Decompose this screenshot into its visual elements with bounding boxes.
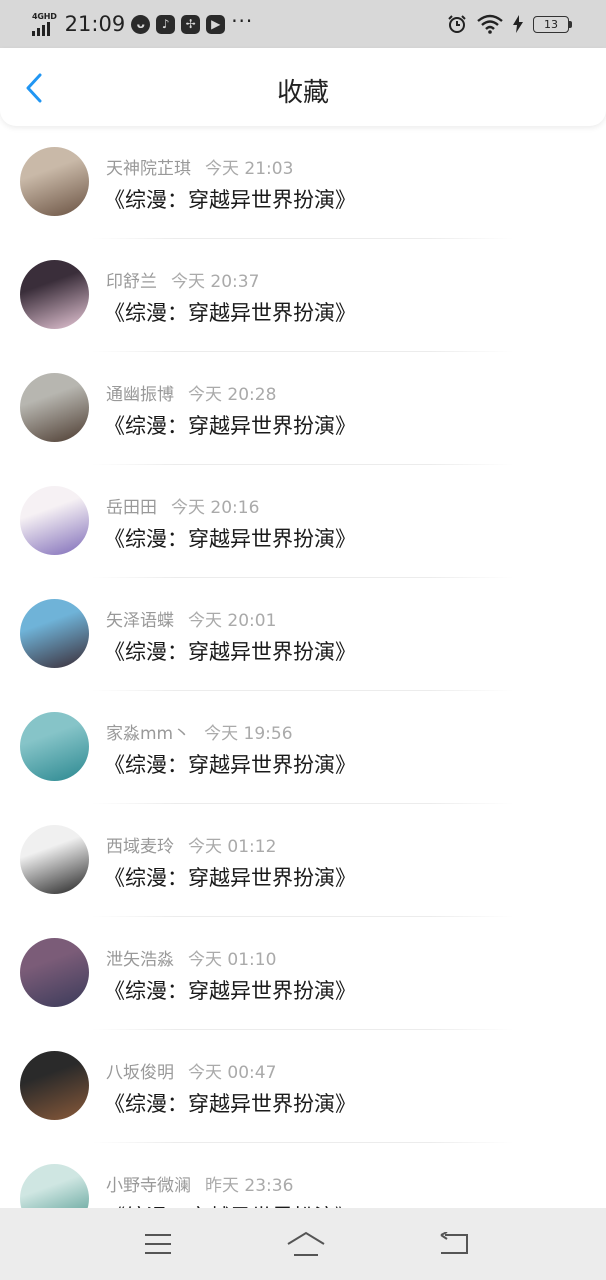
book-title[interactable]: 《综漫：穿越异世界扮演》 bbox=[104, 523, 356, 553]
status-bar-left: 4GHD 21:09 ᴗ ♪ ✢ ▶ ··· bbox=[32, 9, 254, 36]
alarm-icon bbox=[448, 15, 466, 33]
back-nav-button[interactable] bbox=[432, 1222, 476, 1266]
username[interactable]: 岳田田 bbox=[106, 498, 157, 518]
avatar[interactable] bbox=[20, 260, 89, 329]
list-item[interactable]: 小野寺微澜昨天 23:36 《综漫：穿越异世界扮演》 bbox=[0, 1143, 606, 1208]
app-header: 收藏 bbox=[0, 48, 606, 126]
timestamp: 今天 20:37 bbox=[171, 272, 260, 292]
book-title[interactable]: 《综漫：穿越异世界扮演》 bbox=[104, 1201, 356, 1208]
tiktok-icon: ♪ bbox=[156, 14, 176, 34]
menu-icon bbox=[145, 1234, 171, 1254]
menu-button[interactable] bbox=[136, 1222, 180, 1266]
timestamp: 今天 19:56 bbox=[204, 724, 293, 744]
item-meta: 西域麦玲 今天 01:12 bbox=[106, 832, 276, 857]
avatar[interactable] bbox=[20, 147, 89, 216]
pinwheel-icon: ✢ bbox=[181, 14, 201, 34]
list-item[interactable]: 西域麦玲 今天 01:12 《综漫：穿越异世界扮演》 bbox=[0, 804, 606, 917]
back-icon bbox=[440, 1232, 468, 1254]
signal-indicator: 4GHD bbox=[32, 11, 57, 36]
avatar[interactable] bbox=[20, 938, 89, 1007]
timestamp: 今天 01:10 bbox=[188, 950, 277, 970]
signal-bars-icon bbox=[32, 21, 50, 36]
book-title[interactable]: 《综漫：穿越异世界扮演》 bbox=[104, 184, 356, 214]
timestamp: 今天 21:03 bbox=[205, 159, 294, 179]
avatar[interactable] bbox=[20, 599, 89, 668]
book-title[interactable]: 《综漫：穿越异世界扮演》 bbox=[104, 410, 356, 440]
battery-icon: 13 bbox=[533, 15, 572, 33]
list-item[interactable]: 家淼mm丶 今天 19:56 《综漫：穿越异世界扮演》 bbox=[0, 691, 606, 804]
username[interactable]: 泄矢浩淼 bbox=[106, 950, 174, 970]
item-meta: 天神院芷琪 今天 21:03 bbox=[106, 154, 293, 179]
battery-level: 13 bbox=[533, 15, 569, 33]
status-bar-right: 13 bbox=[447, 14, 572, 34]
favorites-list[interactable]: 天神院芷琪 今天 21:03 《综漫：穿越异世界扮演》 印舒兰 今天 20:37 《综漫：… bbox=[0, 126, 606, 1208]
list-item[interactable]: 岳田田 今天 20:16 《综漫：穿越异世界扮演》 bbox=[0, 465, 606, 578]
username[interactable]: 家淼mm丶 bbox=[106, 724, 190, 744]
timestamp: 今天 20:16 bbox=[171, 498, 260, 518]
home-button[interactable] bbox=[284, 1222, 328, 1266]
item-meta: 岳田田 今天 20:16 bbox=[106, 493, 259, 518]
cat-app-icon: ᴗ bbox=[131, 14, 151, 34]
username[interactable]: 印舒兰 bbox=[106, 272, 157, 292]
list-item[interactable]: 天神院芷琪 今天 21:03 《综漫：穿越异世界扮演》 bbox=[0, 126, 606, 239]
book-title[interactable]: 《综漫：穿越异世界扮演》 bbox=[104, 1088, 356, 1118]
timestamp: 今天 01:12 bbox=[188, 837, 277, 857]
timestamp: 今天 20:28 bbox=[188, 385, 277, 405]
book-title[interactable]: 《综漫：穿越异世界扮演》 bbox=[104, 975, 356, 1005]
page-title: 收藏 bbox=[276, 78, 329, 108]
avatar[interactable] bbox=[20, 825, 89, 894]
book-title[interactable]: 《综漫：穿越异世界扮演》 bbox=[104, 862, 356, 892]
more-notifications-icon: ··· bbox=[231, 9, 254, 33]
avatar[interactable] bbox=[20, 1164, 89, 1208]
username[interactable]: 矢泽语蝶 bbox=[106, 611, 174, 631]
username[interactable]: 西域麦玲 bbox=[106, 837, 174, 857]
list-item[interactable]: 通幽振博 今天 20:28 《综漫：穿越异世界扮演》 bbox=[0, 352, 606, 465]
status-time: 21:09 bbox=[64, 12, 126, 36]
network-type: 4GHD bbox=[32, 11, 57, 21]
list-item[interactable]: 泄矢浩淼 今天 01:10 《综漫：穿越异世界扮演》 bbox=[0, 917, 606, 1030]
avatar[interactable] bbox=[20, 373, 89, 442]
list-item[interactable]: 印舒兰 今天 20:37 《综漫：穿越异世界扮演》 bbox=[0, 239, 606, 352]
item-meta: 印舒兰 今天 20:37 bbox=[106, 267, 259, 292]
item-meta: 小野寺微澜 昨天 23:36 bbox=[106, 1171, 293, 1196]
list-item[interactable]: 矢泽语蝶 今天 20:01 《综漫：穿越异世界扮演》 bbox=[0, 578, 606, 691]
video-play-icon: ▶ bbox=[206, 14, 226, 34]
username[interactable]: 八坂俊明 bbox=[106, 1063, 174, 1083]
item-meta: 通幽振博 今天 20:28 bbox=[106, 380, 276, 405]
avatar[interactable] bbox=[20, 1051, 89, 1120]
wifi-icon bbox=[477, 14, 503, 34]
timestamp: 昨天 23:36 bbox=[205, 1176, 294, 1196]
avatar[interactable] bbox=[20, 712, 89, 781]
timestamp: 今天 20:01 bbox=[188, 611, 277, 631]
book-title[interactable]: 《综漫：穿越异世界扮演》 bbox=[104, 749, 356, 779]
item-meta: 八坂俊明 今天 00:47 bbox=[106, 1058, 276, 1083]
list-item[interactable]: 八坂俊明 今天 00:47 《综漫：穿越异世界扮演》 bbox=[0, 1030, 606, 1143]
charging-bolt-icon bbox=[513, 15, 523, 33]
timestamp: 今天 00:47 bbox=[188, 1063, 277, 1083]
book-title[interactable]: 《综漫：穿越异世界扮演》 bbox=[104, 636, 356, 666]
home-icon bbox=[287, 1231, 325, 1256]
avatar[interactable] bbox=[20, 486, 89, 555]
system-nav-bar bbox=[0, 1208, 606, 1280]
item-meta: 泄矢浩淼 今天 01:10 bbox=[106, 945, 276, 970]
item-meta: 矢泽语蝶 今天 20:01 bbox=[106, 606, 276, 631]
username[interactable]: 天神院芷琪 bbox=[106, 159, 191, 179]
username[interactable]: 小野寺微澜 bbox=[106, 1176, 191, 1196]
username[interactable]: 通幽振博 bbox=[106, 385, 174, 405]
book-title[interactable]: 《综漫：穿越异世界扮演》 bbox=[104, 297, 356, 327]
status-bar: 4GHD 21:09 ᴗ ♪ ✢ ▶ ··· 13 bbox=[0, 0, 606, 48]
item-meta: 家淼mm丶 今天 19:56 bbox=[106, 719, 293, 744]
